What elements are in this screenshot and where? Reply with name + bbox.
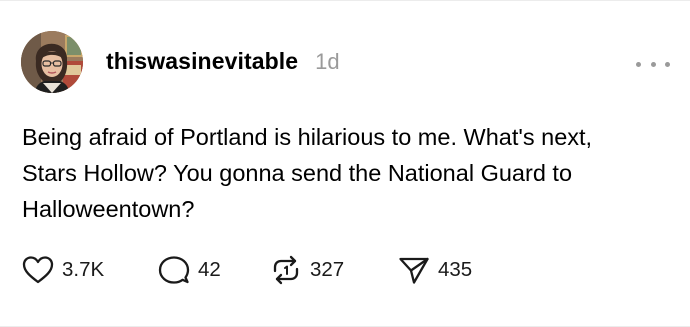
paper-plane-icon [399,257,429,284]
repost-button[interactable]: 327 [270,255,398,285]
more-options-button[interactable] [636,53,670,75]
share-button[interactable]: 435 [398,255,498,285]
more-horizontal-icon [636,61,641,67]
post-header: thiswasinevitable 1d [106,48,340,78]
share-count: 435 [438,258,473,281]
post-text: Being afraid of Portland is hilarious to… [22,124,593,222]
repost-arrows-icon [273,255,299,285]
like-count: 3.7K [62,258,105,281]
speech-bubble-icon [158,256,190,284]
post-card: thiswasinevitable 1d Being afraid of Por… [0,0,690,327]
action-bar: 3.7K 42 327 435 [22,253,498,287]
like-button[interactable]: 3.7K [22,255,158,285]
reply-button[interactable]: 42 [158,255,270,285]
repost-count: 327 [310,258,345,281]
more-horizontal-icon [650,61,656,67]
username[interactable]: thiswasinevitable [106,48,298,75]
more-horizontal-icon [665,61,670,67]
avatar[interactable] [21,31,83,93]
heart-icon [22,256,54,284]
reply-count: 42 [198,258,221,281]
timestamp: 1d [315,49,340,74]
